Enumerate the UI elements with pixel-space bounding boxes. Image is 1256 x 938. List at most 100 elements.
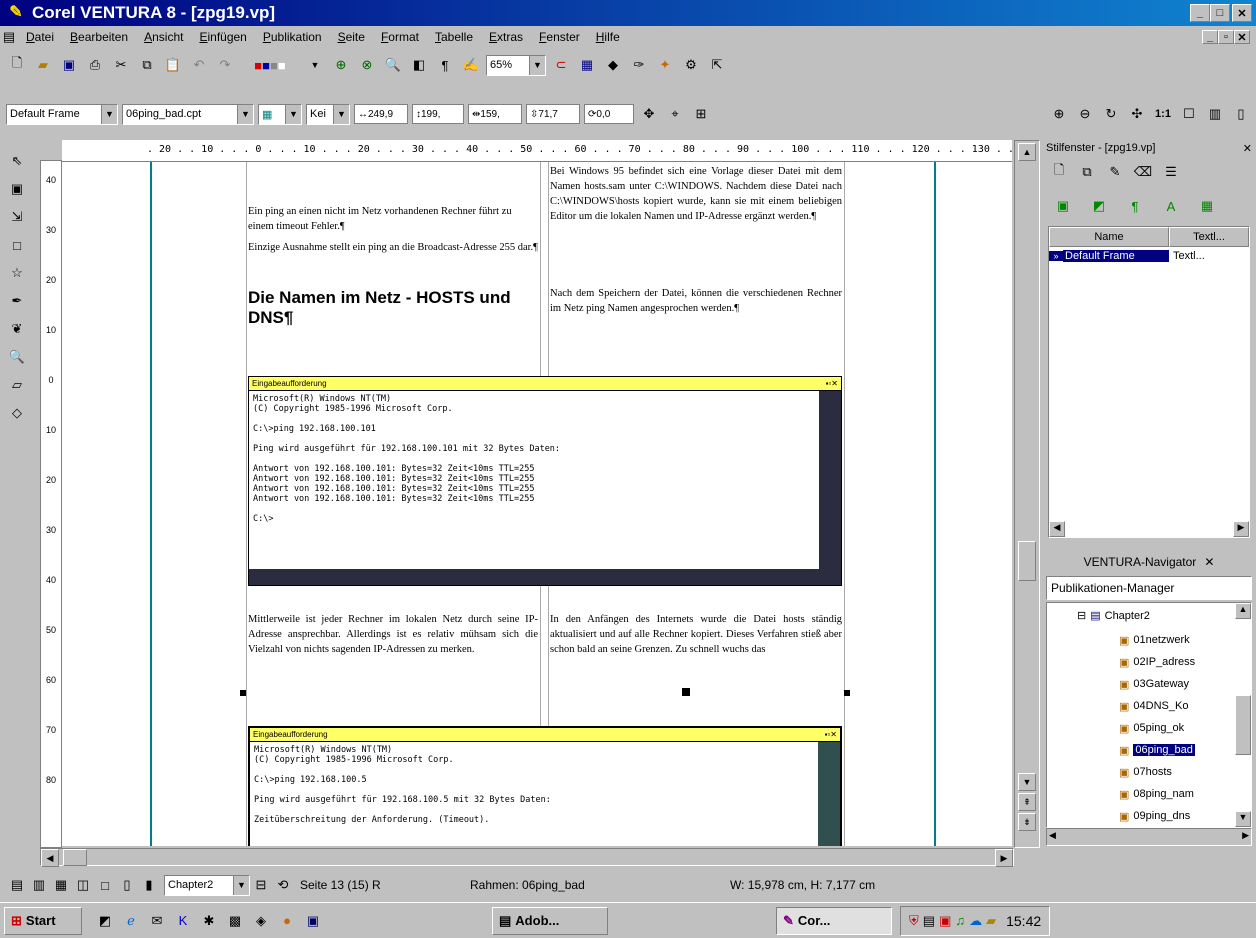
star-tool-icon[interactable]: ☆: [4, 262, 30, 284]
navigator-close-icon[interactable]: ✕: [1204, 555, 1214, 569]
selection-handle-tl[interactable]: [240, 690, 246, 696]
scroll-right-icon[interactable]: ▶: [995, 849, 1013, 867]
frame-style-select[interactable]: Default Frame ▼: [6, 103, 118, 125]
edit-style-icon[interactable]: ✎: [1104, 162, 1126, 182]
quicklaunch-k-icon[interactable]: K: [172, 911, 194, 931]
save-icon[interactable]: ▣: [58, 55, 80, 75]
y-position-field[interactable]: ↕ 199,: [412, 104, 464, 124]
tree-item[interactable]: ▣ 08ping_nam: [1119, 783, 1195, 805]
navigator-manager-select[interactable]: Publikationen-Manager: [1046, 576, 1252, 600]
char-style-icon[interactable]: A: [1160, 196, 1182, 216]
copy-style-icon[interactable]: ⧉: [1076, 162, 1098, 182]
cut-icon[interactable]: ✂: [110, 55, 132, 75]
col2-paragraph-1[interactable]: Bei Windows 95 befindet sich eine Vorlag…: [550, 164, 842, 224]
table-style-icon[interactable]: ▦: [1196, 196, 1218, 216]
tree-item[interactable]: ▣ 06ping_bad: [1119, 739, 1195, 761]
quicklaunch-mail-icon[interactable]: ✉: [146, 911, 168, 931]
height-field[interactable]: ⇳ 71,7: [526, 104, 580, 124]
doc-minimize-button[interactable]: _: [1202, 30, 1218, 44]
tree-item[interactable]: ▣ 07hosts: [1119, 761, 1195, 783]
tray-volume-icon[interactable]: ♫: [955, 913, 965, 928]
frame-style-icon[interactable]: ▣: [1052, 196, 1074, 216]
chapter-properties-icon[interactable]: ⊟: [250, 875, 272, 895]
menu-fenster[interactable]: Fenster: [531, 30, 588, 44]
task-corel[interactable]: ✎ Cor...: [776, 906, 892, 935]
text-editor-icon[interactable]: ✍: [460, 55, 482, 75]
doc-restore-button[interactable]: ▫: [1218, 30, 1234, 44]
paste-icon[interactable]: 📋: [162, 55, 184, 75]
outline-tool-icon[interactable]: ▱: [4, 374, 30, 396]
fill-tool-icon[interactable]: ❦: [4, 318, 30, 340]
console-screenshot-1[interactable]: Eingabeaufforderung ▪▫✕ Microsoft(R) Win…: [248, 376, 842, 586]
scroll-left-icon[interactable]: ◀: [41, 849, 59, 867]
minimize-button[interactable]: _: [1190, 4, 1210, 22]
zoom-out-icon[interactable]: ⊖: [1074, 104, 1096, 124]
pick-tool-icon[interactable]: ⇖: [4, 150, 30, 172]
col-name[interactable]: Name: [1049, 227, 1169, 247]
menu-publikation[interactable]: Publikation: [255, 30, 330, 44]
tray-monitor-icon[interactable]: ▣: [939, 913, 951, 929]
tree-item[interactable]: ▣ 01netzwerk: [1119, 629, 1195, 651]
style-options-icon[interactable]: ☰: [1160, 162, 1182, 182]
view-spread-icon[interactable]: ▮: [138, 875, 160, 895]
color-palette-icon[interactable]: ■ ■ ■ ■: [240, 55, 300, 75]
tree-scroll-up-icon[interactable]: ▲: [1235, 603, 1251, 619]
tray-app-icon[interactable]: ☁: [969, 913, 982, 929]
menu-datei[interactable]: Datei: [18, 30, 62, 44]
script-icon[interactable]: ✑: [628, 55, 650, 75]
delete-style-icon[interactable]: ⌫: [1132, 162, 1154, 182]
view-draft-icon[interactable]: ▥: [28, 875, 50, 895]
new-style-icon[interactable]: 🗋: [1048, 162, 1070, 182]
selection-handle-tm[interactable]: [682, 688, 690, 696]
nav-scroll-left-icon[interactable]: ◀: [1049, 830, 1056, 841]
navigator-hscroll[interactable]: ◀ ▶: [1046, 828, 1252, 846]
menu-format[interactable]: Format: [373, 30, 427, 44]
pen-tool-icon[interactable]: ✒: [4, 290, 30, 312]
undo-icon[interactable]: ↶: [188, 55, 210, 75]
prev-page-icon[interactable]: ⇞: [1018, 793, 1036, 811]
view-copy-icon[interactable]: ▦: [50, 875, 72, 895]
full-page-icon[interactable]: ☐: [1178, 104, 1200, 124]
next-page-icon[interactable]: ⇟: [1018, 813, 1036, 831]
help-pointer-icon[interactable]: ⇱: [706, 55, 728, 75]
zoom-select[interactable]: 65% ▼: [486, 54, 546, 76]
quicklaunch-app3-icon[interactable]: ◈: [250, 911, 272, 931]
rectangle-tool-icon[interactable]: □: [4, 234, 30, 256]
menu-bearbeiten[interactable]: Bearbeiten: [62, 30, 136, 44]
style-scroll-left-icon[interactable]: ◀: [1049, 521, 1065, 537]
nav-scroll-right-icon[interactable]: ▶: [1242, 830, 1249, 841]
web-icon[interactable]: ✦: [654, 55, 676, 75]
vscroll-thumb[interactable]: [1018, 541, 1036, 581]
menu-einfuegen[interactable]: Einfügen: [191, 30, 254, 44]
col1-paragraph-3[interactable]: Mittlerweile ist jeder Rechner im lokale…: [248, 612, 538, 657]
menu-ansicht[interactable]: Ansicht: [136, 30, 191, 44]
tree-scroll-thumb[interactable]: [1235, 695, 1251, 755]
media-icon[interactable]: ◆: [602, 55, 624, 75]
wrap-select[interactable]: ▦ ▼: [258, 103, 302, 125]
menu-hilfe[interactable]: Hilfe: [588, 30, 628, 44]
zoom-page-icon[interactable]: ◧: [408, 55, 430, 75]
move-icon[interactable]: ✣: [1126, 104, 1148, 124]
tray-shield-icon[interactable]: ⛨: [909, 913, 919, 929]
pilcrow-icon[interactable]: ¶: [434, 55, 456, 75]
menu-tabelle[interactable]: Tabelle: [427, 30, 481, 44]
document-page[interactable]: Ein ping an einen nicht im Netz vorhande…: [62, 162, 1012, 846]
redo-icon[interactable]: ↷: [214, 55, 236, 75]
horizontal-scrollbar[interactable]: ◀ ▶: [40, 848, 1014, 867]
view-facing-icon[interactable]: ▯: [116, 875, 138, 895]
chapter-select[interactable]: Chapter2 ▼: [164, 874, 250, 896]
quicklaunch-ie-icon[interactable]: ℯ: [120, 911, 142, 931]
col1-paragraph-1[interactable]: Ein ping an einen nicht im Netz vorhande…: [248, 204, 538, 234]
tools-icon[interactable]: ⚙: [680, 55, 702, 75]
lock-frame-icon[interactable]: ⌖: [664, 104, 686, 124]
view-page-icon[interactable]: □: [94, 875, 116, 895]
import-icon[interactable]: ⊕: [330, 55, 352, 75]
facing-pages-icon[interactable]: ▥: [1204, 104, 1226, 124]
vertical-scrollbar[interactable]: ▲ ▼ ⇞ ⇟: [1014, 140, 1040, 848]
font-select[interactable]: Kei ▼: [306, 103, 350, 125]
rotate-icon[interactable]: ↻: [1100, 104, 1122, 124]
frame-file-select[interactable]: 06ping_bad.cpt ▼: [122, 103, 254, 125]
tray-folder-icon[interactable]: ▰: [986, 913, 996, 929]
hscroll-thumb[interactable]: [63, 849, 87, 866]
zoom-in-icon[interactable]: ⊕: [1048, 104, 1070, 124]
